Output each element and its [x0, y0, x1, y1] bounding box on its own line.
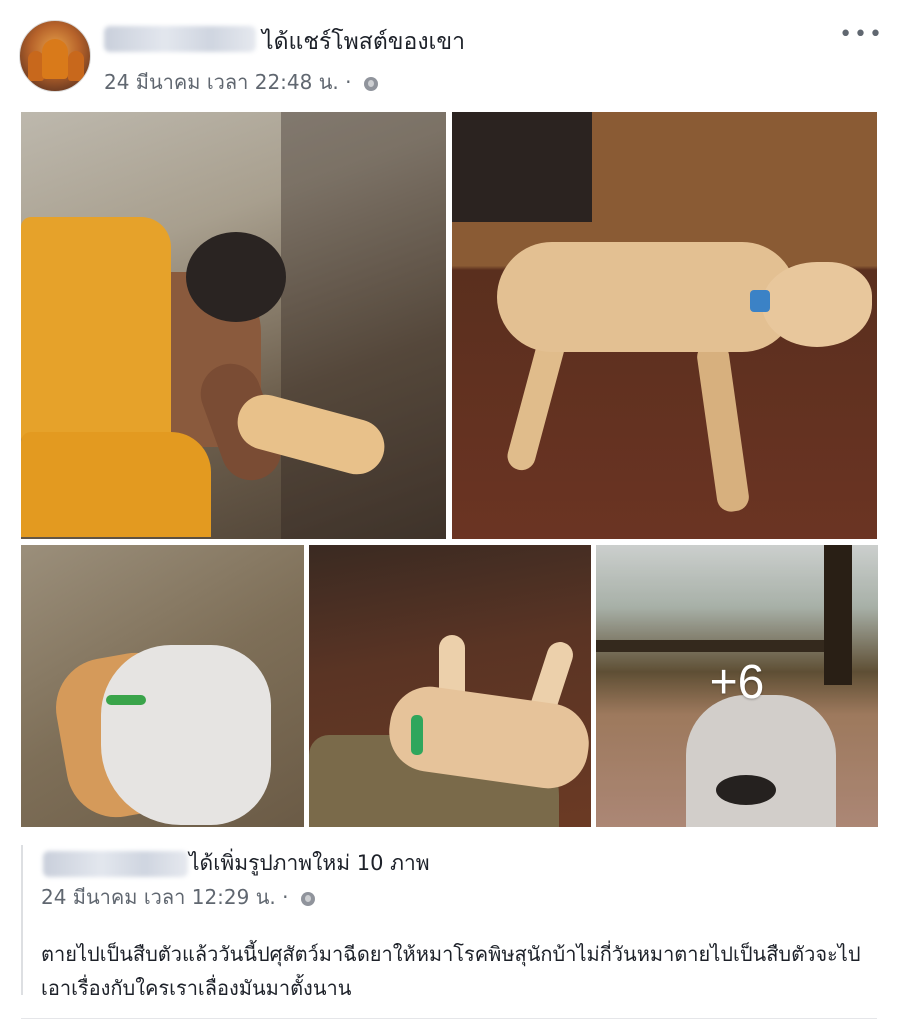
original-post: ได้เพิ่มรูปภาพใหม่ 10 ภาพ 24 มีนาคม เวลา… [21, 845, 879, 1000]
globe-icon [300, 891, 315, 906]
photo-shadow [281, 112, 446, 539]
green-collar [411, 715, 423, 755]
post-body-text: ตายไปเป็นสืบตัวแล้ววันนี้ปศุสัตว์มาฉีดยา… [41, 942, 861, 1000]
avatar[interactable] [19, 20, 91, 92]
photo-1[interactable] [21, 112, 446, 539]
shared-post-card: ได้แชร์โพสต์ของเขา 24 มีนาคม เวลา 22:48 … [0, 0, 900, 1021]
monk-head [186, 232, 286, 322]
avatar-figure-center [42, 39, 68, 79]
added-photos-text: ได้เพิ่มรูปภาพใหม่ 10 ภาพ [189, 851, 430, 875]
photo-4[interactable] [309, 545, 591, 827]
orange-robe-lower [21, 432, 211, 537]
dog-head [762, 262, 872, 347]
ellipsis-icon[interactable]: ••• [839, 22, 884, 47]
dog-leg [695, 340, 751, 514]
post-date[interactable]: 24 มีนาคม เวลา 22:48 น. [104, 70, 339, 94]
original-post-timestamp: 24 มีนาคม เวลา 12:29 น. · [41, 881, 315, 913]
photo-5-more[interactable]: +6 [596, 545, 878, 827]
wooden-beam [452, 112, 592, 222]
orange-robe [21, 217, 171, 447]
photo-2[interactable] [452, 112, 877, 539]
globe-icon [363, 76, 378, 91]
avatar-figure-right [68, 51, 84, 81]
post-timestamp: 24 มีนาคม เวลา 22:48 น. · [104, 66, 378, 98]
collar-tag [750, 290, 770, 312]
author-name-blurred[interactable] [104, 26, 256, 52]
green-collar [106, 695, 146, 705]
original-post-date[interactable]: 24 มีนาคม เวลา 12:29 น. [41, 885, 276, 909]
dog-leg [504, 330, 568, 474]
share-action-text: ได้แชร์โพสต์ของเขา [262, 29, 466, 55]
original-author-name-blurred[interactable] [43, 851, 188, 877]
photo-3[interactable] [21, 545, 304, 827]
meta-separator: · [345, 70, 352, 94]
dog-figure [101, 645, 271, 825]
meta-separator: · [282, 885, 289, 909]
more-photos-count[interactable]: +6 [596, 655, 878, 710]
divider [21, 1018, 877, 1019]
